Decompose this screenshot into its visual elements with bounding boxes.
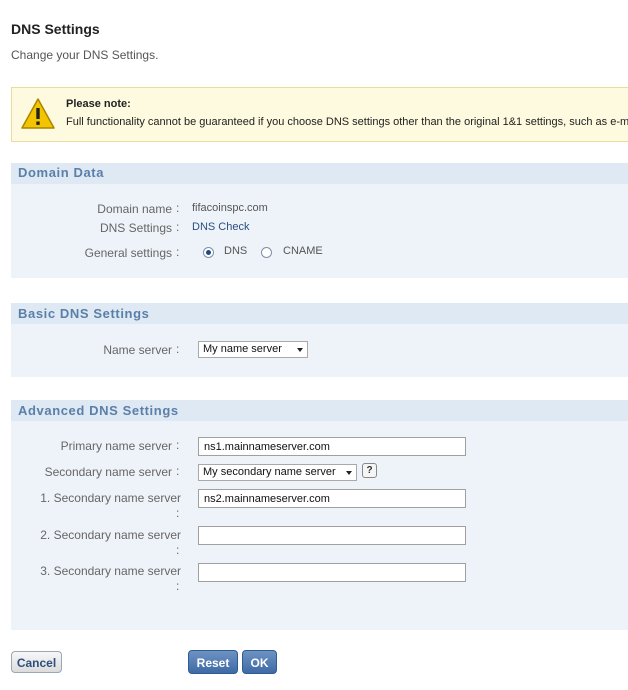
reset-button[interactable]: Reset: [188, 650, 238, 674]
primary-name-server-label: Primary name server: [60, 439, 172, 453]
secondary-2-label: 2. Secondary name server: [40, 528, 181, 542]
note-text: Full functionality cannot be guaranteed …: [66, 116, 628, 128]
note-title: Please note:: [66, 98, 131, 110]
radio-dns-label[interactable]: DNS: [224, 245, 247, 257]
dns-settings-label: DNS Settings: [99, 221, 172, 235]
primary-name-server-input[interactable]: [198, 437, 466, 456]
colon: :: [176, 543, 180, 557]
page-title: DNS Settings: [11, 21, 100, 37]
secondary-name-server-label: Secondary name server: [44, 465, 172, 479]
advanced-dns-panel: [11, 400, 628, 630]
secondary-2-input[interactable]: [198, 526, 466, 545]
chevron-down-icon: [346, 471, 352, 475]
colon: :: [176, 220, 180, 234]
radio-cname-label[interactable]: CNAME: [283, 245, 323, 257]
note-box: [11, 87, 628, 142]
secondary-3-input[interactable]: [198, 563, 466, 582]
colon: :: [176, 506, 180, 520]
secondary-1-input[interactable]: [198, 489, 466, 508]
secondary-3-label: 3. Secondary name server: [40, 564, 181, 578]
help-icon[interactable]: ?: [362, 463, 377, 478]
radio-cname[interactable]: [261, 247, 272, 258]
page-subtitle: Change your DNS Settings.: [11, 48, 159, 62]
domain-name-value: fifacoinspc.com: [192, 202, 268, 214]
secondary-name-server-select-value: My secondary name server: [203, 466, 336, 478]
colon: :: [176, 438, 180, 452]
name-server-label: Name server: [103, 343, 172, 357]
advanced-dns-heading: Advanced DNS Settings: [18, 403, 179, 418]
secondary-1-label: 1. Secondary name server: [40, 491, 181, 505]
colon: :: [176, 245, 180, 259]
general-settings-label: General settings: [84, 246, 172, 260]
name-server-select[interactable]: My name server: [198, 341, 308, 358]
colon: :: [176, 464, 180, 478]
domain-name-label: Domain name: [97, 202, 172, 216]
colon: :: [176, 579, 180, 593]
name-server-select-value: My name server: [203, 343, 282, 355]
domain-data-heading: Domain Data: [18, 165, 105, 180]
basic-dns-heading: Basic DNS Settings: [18, 306, 150, 321]
warning-icon: [21, 98, 55, 129]
secondary-name-server-select[interactable]: My secondary name server: [198, 464, 357, 481]
radio-dns[interactable]: [203, 247, 214, 258]
ok-button[interactable]: OK: [242, 650, 277, 674]
chevron-down-icon: [297, 348, 303, 352]
dns-check-link[interactable]: DNS Check: [192, 221, 249, 233]
colon: :: [176, 201, 180, 215]
cancel-button[interactable]: Cancel: [11, 651, 62, 673]
colon: :: [176, 342, 180, 356]
